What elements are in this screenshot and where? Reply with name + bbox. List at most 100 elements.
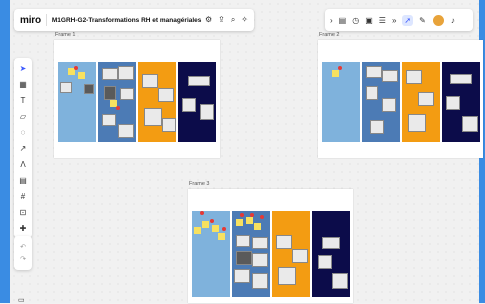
template-icon[interactable]: ▦	[19, 78, 27, 91]
comment-marker[interactable]	[240, 213, 244, 217]
photo[interactable]	[318, 255, 332, 269]
photo[interactable]	[252, 253, 268, 267]
pen-icon[interactable]: Λ	[20, 158, 25, 171]
frames-icon[interactable]: ▤	[339, 16, 347, 25]
sticky-note-icon[interactable]: ▱	[20, 110, 26, 123]
photo[interactable]	[188, 76, 210, 86]
sticky-note[interactable]	[332, 70, 339, 77]
cursor-icon[interactable]: ➚	[402, 14, 414, 26]
frame-3-label[interactable]: Frame 3	[189, 181, 209, 187]
comment-marker[interactable]	[210, 219, 214, 223]
comment-marker[interactable]	[74, 66, 78, 70]
column-blue	[58, 62, 96, 142]
history-controls: ↶ ↷	[14, 236, 32, 270]
photo[interactable]	[366, 86, 378, 100]
photo[interactable]	[120, 88, 134, 100]
photo[interactable]	[322, 237, 340, 249]
undo-icon[interactable]: ↶	[20, 243, 26, 251]
frame-1[interactable]	[54, 40, 220, 158]
photo[interactable]	[332, 273, 348, 289]
photo[interactable]	[370, 120, 384, 134]
search-icon[interactable]: ⌕	[231, 16, 235, 24]
comment-icon[interactable]: ▤	[19, 174, 27, 187]
comment-marker[interactable]	[116, 106, 120, 110]
redo-icon[interactable]: ↷	[20, 255, 26, 263]
upload-icon[interactable]: ⊡	[20, 206, 27, 219]
photo[interactable]	[406, 70, 422, 84]
comment-marker[interactable]	[338, 66, 342, 70]
chevron-icon[interactable]: ›	[330, 16, 333, 25]
creation-toolbar: ➤ ▦ T ▱ ◌ ↗ Λ ▤ # ⊡ ✚	[14, 58, 32, 238]
photo[interactable]	[278, 267, 296, 285]
comment-marker[interactable]	[260, 215, 264, 219]
frame-2[interactable]	[318, 40, 483, 158]
board-canvas[interactable]: Frame 1 Frame 2 Frame 3	[10, 0, 483, 303]
add-icon[interactable]: ✚	[20, 222, 27, 235]
photo[interactable]	[462, 116, 478, 132]
photo[interactable]	[408, 114, 426, 132]
photo[interactable]	[236, 235, 250, 247]
photo[interactable]	[366, 66, 382, 78]
comment-marker[interactable]	[200, 211, 204, 215]
photo[interactable]	[382, 70, 398, 82]
photo[interactable]	[234, 269, 250, 283]
notes-icon[interactable]: ☰	[379, 16, 386, 25]
photo[interactable]	[418, 92, 434, 106]
board-title[interactable]: M1GRH-G2-Transformations RH et managéria…	[52, 17, 202, 24]
left-edge-accent	[0, 0, 10, 303]
board-header: miro M1GRH-G2-Transformations RH et mana…	[14, 9, 254, 31]
frame-2-label[interactable]: Frame 2	[319, 32, 339, 38]
photo[interactable]	[200, 104, 214, 120]
photo[interactable]	[276, 235, 292, 249]
text-icon[interactable]: T	[21, 94, 26, 107]
photo[interactable]	[102, 114, 116, 126]
photo[interactable]	[60, 82, 72, 93]
collaboration-toolbar: › ▤ ◷ ▣ ☰ » ➚ ✎ ♪	[325, 9, 473, 31]
photo[interactable]	[158, 88, 174, 102]
divider	[45, 14, 47, 26]
photo[interactable]	[118, 66, 134, 80]
sticky-note[interactable]	[194, 227, 201, 234]
photo[interactable]	[182, 98, 196, 112]
share-icon[interactable]: ⇪	[218, 16, 225, 24]
more-icon[interactable]: »	[392, 16, 396, 25]
sticky-note[interactable]	[236, 219, 243, 226]
photo[interactable]	[84, 84, 94, 94]
line-icon[interactable]: ↗	[20, 142, 27, 155]
frame-icon[interactable]: #	[21, 190, 25, 203]
photo[interactable]	[236, 251, 252, 265]
settings-icon[interactable]: ⚙	[205, 16, 212, 24]
present-icon[interactable]: ▣	[365, 16, 373, 25]
photo[interactable]	[104, 86, 116, 100]
pen-icon[interactable]: ✎	[419, 16, 426, 25]
photo[interactable]	[252, 237, 268, 249]
frame-1-label[interactable]: Frame 1	[55, 32, 75, 38]
photo[interactable]	[450, 74, 472, 84]
photo[interactable]	[382, 98, 396, 112]
photo[interactable]	[162, 118, 176, 132]
sticky-note[interactable]	[254, 223, 261, 230]
photo[interactable]	[252, 273, 268, 289]
frame-3[interactable]	[188, 189, 353, 303]
photo[interactable]	[102, 68, 118, 80]
sticky-note[interactable]	[78, 72, 85, 79]
column-blue	[322, 62, 360, 142]
comment-marker[interactable]	[250, 213, 254, 217]
photo[interactable]	[446, 96, 460, 110]
comment-marker[interactable]	[222, 227, 226, 231]
sticky-note[interactable]	[202, 221, 209, 228]
photo[interactable]	[144, 108, 162, 126]
sticky-note[interactable]	[246, 217, 253, 224]
miro-logo[interactable]: miro	[20, 15, 41, 26]
select-icon[interactable]: ➤	[20, 62, 27, 75]
sticky-note[interactable]	[218, 233, 225, 240]
bell-icon[interactable]: ♪	[451, 16, 455, 25]
timer-icon[interactable]: ◷	[352, 16, 359, 25]
shapes-icon[interactable]: ◌	[21, 126, 26, 139]
avatar[interactable]	[431, 13, 445, 27]
photo[interactable]	[118, 124, 134, 138]
sticky-note[interactable]	[212, 225, 219, 232]
magic-icon[interactable]: ✧	[241, 16, 248, 24]
photo[interactable]	[292, 249, 308, 263]
photo[interactable]	[142, 74, 158, 88]
